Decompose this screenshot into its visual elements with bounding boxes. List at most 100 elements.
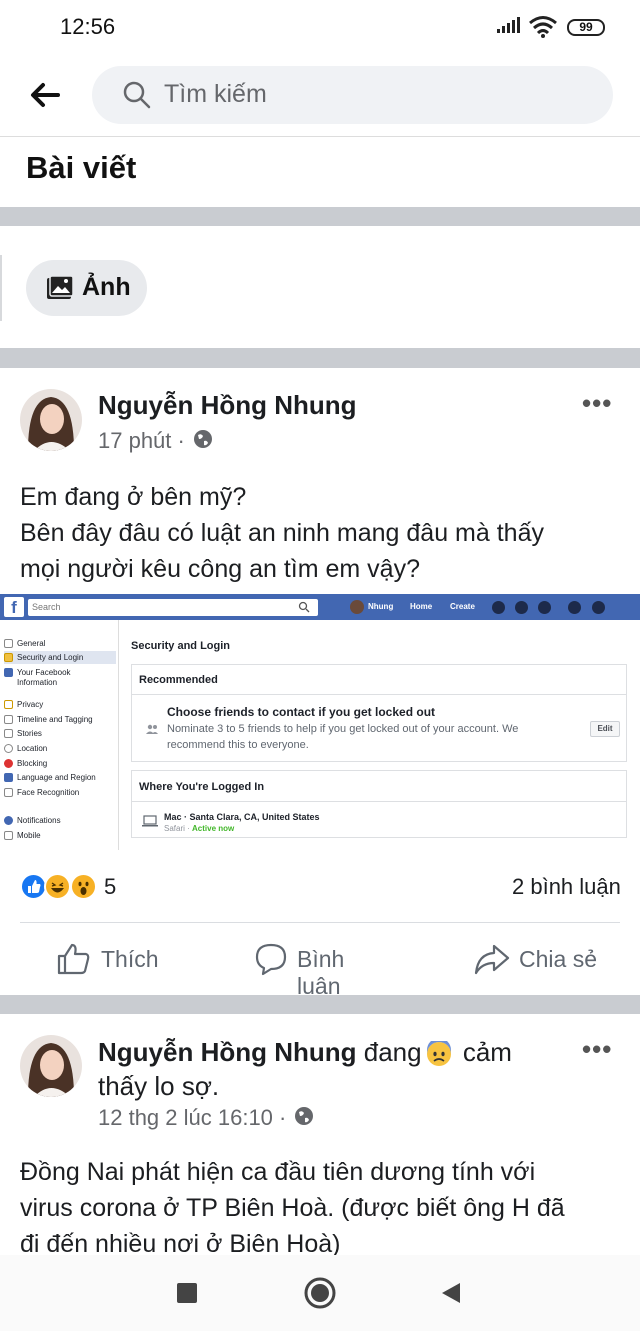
author-name[interactable]: Nguyễn Hồng Nhung bbox=[98, 1037, 357, 1067]
feeling-text: thấy lo sợ. bbox=[98, 1071, 220, 1101]
fb-search: Search bbox=[28, 599, 318, 616]
fearful-emoji-icon bbox=[426, 1038, 451, 1067]
like-button[interactable]: Thích bbox=[56, 940, 166, 980]
author-name[interactable]: Nguyễn Hồng Nhung bbox=[98, 390, 357, 421]
more-options-icon[interactable]: ••• bbox=[582, 388, 612, 419]
post-text-line: Em đang ở bên mỹ? bbox=[20, 483, 247, 511]
status-time: 12:56 bbox=[60, 14, 116, 39]
fb-sidebar-label: Location bbox=[17, 744, 48, 753]
share-button[interactable]: Chia sẻ bbox=[474, 940, 604, 980]
photo-filter-label: Ảnh bbox=[82, 273, 131, 301]
author-avatar[interactable] bbox=[20, 1035, 82, 1097]
friends-icon bbox=[146, 724, 158, 734]
fb-sidebar-label: Timeline and Tagging bbox=[17, 715, 93, 724]
back-arrow-icon[interactable] bbox=[28, 80, 64, 110]
more-options-icon[interactable]: ••• bbox=[582, 1034, 612, 1065]
post-header: Nguyễn Hồng Nhung đang cảm thấy lo sợ. bbox=[98, 1035, 578, 1103]
section-separator bbox=[0, 207, 640, 226]
like-reaction-icon[interactable] bbox=[20, 873, 47, 900]
post-time[interactable]: 17 phút · bbox=[98, 428, 185, 454]
wow-reaction-icon[interactable] bbox=[70, 873, 97, 900]
post-text-line: virus corona ở TP Biên Hoà. (được biết ô… bbox=[20, 1194, 565, 1222]
filter-edge bbox=[0, 255, 2, 321]
fb-browser-name: Safari · bbox=[164, 824, 190, 833]
comment-icon bbox=[255, 943, 287, 976]
fb-search-icon bbox=[298, 601, 310, 613]
fb-sidebar-label: Notifications bbox=[17, 816, 61, 825]
fb-sidebar-item: Language and Region bbox=[4, 771, 96, 784]
fb-sidebar-label: Face Recognition bbox=[17, 788, 80, 797]
fb-quickhelp-icon bbox=[568, 601, 581, 614]
back-nav-icon[interactable] bbox=[440, 1281, 462, 1305]
fb-sidebar-item: Security and Login bbox=[4, 651, 116, 664]
search-icon bbox=[123, 81, 151, 109]
facebook-icon bbox=[4, 668, 13, 678]
fb-logged-in-title: Where You're Logged In bbox=[139, 781, 265, 793]
fb-sidebar-item: Blocking bbox=[4, 757, 47, 770]
wifi-icon bbox=[529, 16, 557, 38]
location-icon bbox=[4, 744, 13, 754]
post-text-line: Đồng Nai phát hiện ca đầu tiên dương tín… bbox=[20, 1158, 536, 1186]
fb-notification-icon bbox=[538, 601, 551, 614]
fb-sidebar-label: Language and Region bbox=[17, 773, 96, 782]
gear-icon bbox=[4, 639, 13, 649]
fb-sidebar-label: Information bbox=[17, 678, 58, 687]
fb-sidebar-item: Mobile bbox=[4, 829, 41, 842]
section-separator bbox=[0, 348, 640, 368]
fb-sidebar-item: Face Recognition bbox=[4, 786, 79, 799]
shield-icon bbox=[4, 653, 13, 663]
language-icon bbox=[4, 773, 13, 783]
author-avatar[interactable] bbox=[20, 389, 82, 451]
face-icon bbox=[4, 788, 13, 798]
fb-divider bbox=[131, 694, 627, 695]
post-text-line: mọi người kêu công an tìm em vậy? bbox=[20, 555, 420, 583]
fb-avatar bbox=[350, 600, 364, 614]
fb-nav-user: Nhung bbox=[368, 602, 394, 611]
header-divider bbox=[0, 136, 640, 137]
fb-sidebar-item: Privacy bbox=[4, 698, 43, 711]
fb-nav-home: Home bbox=[410, 602, 433, 611]
share-label: Chia sẻ bbox=[519, 946, 597, 972]
comment-count[interactable]: 2 bình luận bbox=[512, 874, 621, 900]
fb-device: Mac · Santa Clara, CA, United States bbox=[164, 812, 320, 822]
fb-sidebar-item: Timeline and Tagging bbox=[4, 713, 93, 726]
home-icon[interactable] bbox=[304, 1277, 336, 1309]
fb-sidebar-item: Location bbox=[4, 742, 47, 755]
fb-sidebar-item: Notifications bbox=[4, 814, 61, 827]
fb-sidebar-label: General bbox=[17, 639, 46, 648]
fb-active-status: Active now bbox=[192, 824, 235, 833]
battery-indicator: 99 bbox=[567, 19, 605, 36]
fb-help-icon bbox=[592, 601, 605, 614]
mobile-icon bbox=[4, 831, 13, 841]
fb-sidebar-label: Privacy bbox=[17, 700, 44, 709]
post-time[interactable]: 12 thg 2 lúc 16:10 · bbox=[98, 1105, 286, 1131]
post-text: Em đang ở bên mỹ? Bên đây đâu có luật an… bbox=[20, 479, 620, 587]
lock-icon bbox=[4, 700, 13, 710]
fb-friends-icon bbox=[492, 601, 505, 614]
search-input[interactable]: Tìm kiếm bbox=[164, 80, 267, 109]
reaction-count[interactable]: 5 bbox=[104, 874, 116, 900]
fb-choose-title: Choose friends to contact if you get loc… bbox=[167, 705, 436, 719]
globe-icon bbox=[4, 816, 13, 826]
fb-browser: Safari · Active now bbox=[164, 824, 234, 833]
feeling-text: cảm bbox=[462, 1037, 512, 1067]
page-title: Bài viết bbox=[26, 150, 137, 185]
fb-sidebar-label: Mobile bbox=[17, 831, 41, 840]
feeling-text: đang bbox=[363, 1037, 422, 1067]
post-image[interactable]: f Search Nhung Home Create General Secur… bbox=[0, 594, 640, 850]
book-icon bbox=[4, 729, 13, 739]
share-icon bbox=[474, 944, 510, 975]
comment-button[interactable]: Bình luận bbox=[254, 940, 394, 999]
fb-logo-icon: f bbox=[4, 597, 24, 617]
fb-choose-desc: Nominate 3 to 5 friends to help if you g… bbox=[167, 723, 519, 735]
laptop-icon bbox=[142, 815, 158, 827]
recent-apps-icon[interactable] bbox=[177, 1283, 197, 1303]
section-separator bbox=[0, 995, 640, 1014]
post-text: Đồng Nai phát hiện ca đầu tiên dương tín… bbox=[20, 1154, 620, 1262]
like-label: Thích bbox=[101, 946, 159, 972]
globe-icon bbox=[295, 1107, 313, 1125]
fb-page-title: Security and Login bbox=[131, 640, 231, 652]
post-text-line: Bên đây đâu có luật an ninh mang đâu mà … bbox=[20, 519, 544, 547]
fb-recommended-title: Recommended bbox=[139, 674, 218, 686]
haha-reaction-icon[interactable] bbox=[44, 873, 71, 900]
